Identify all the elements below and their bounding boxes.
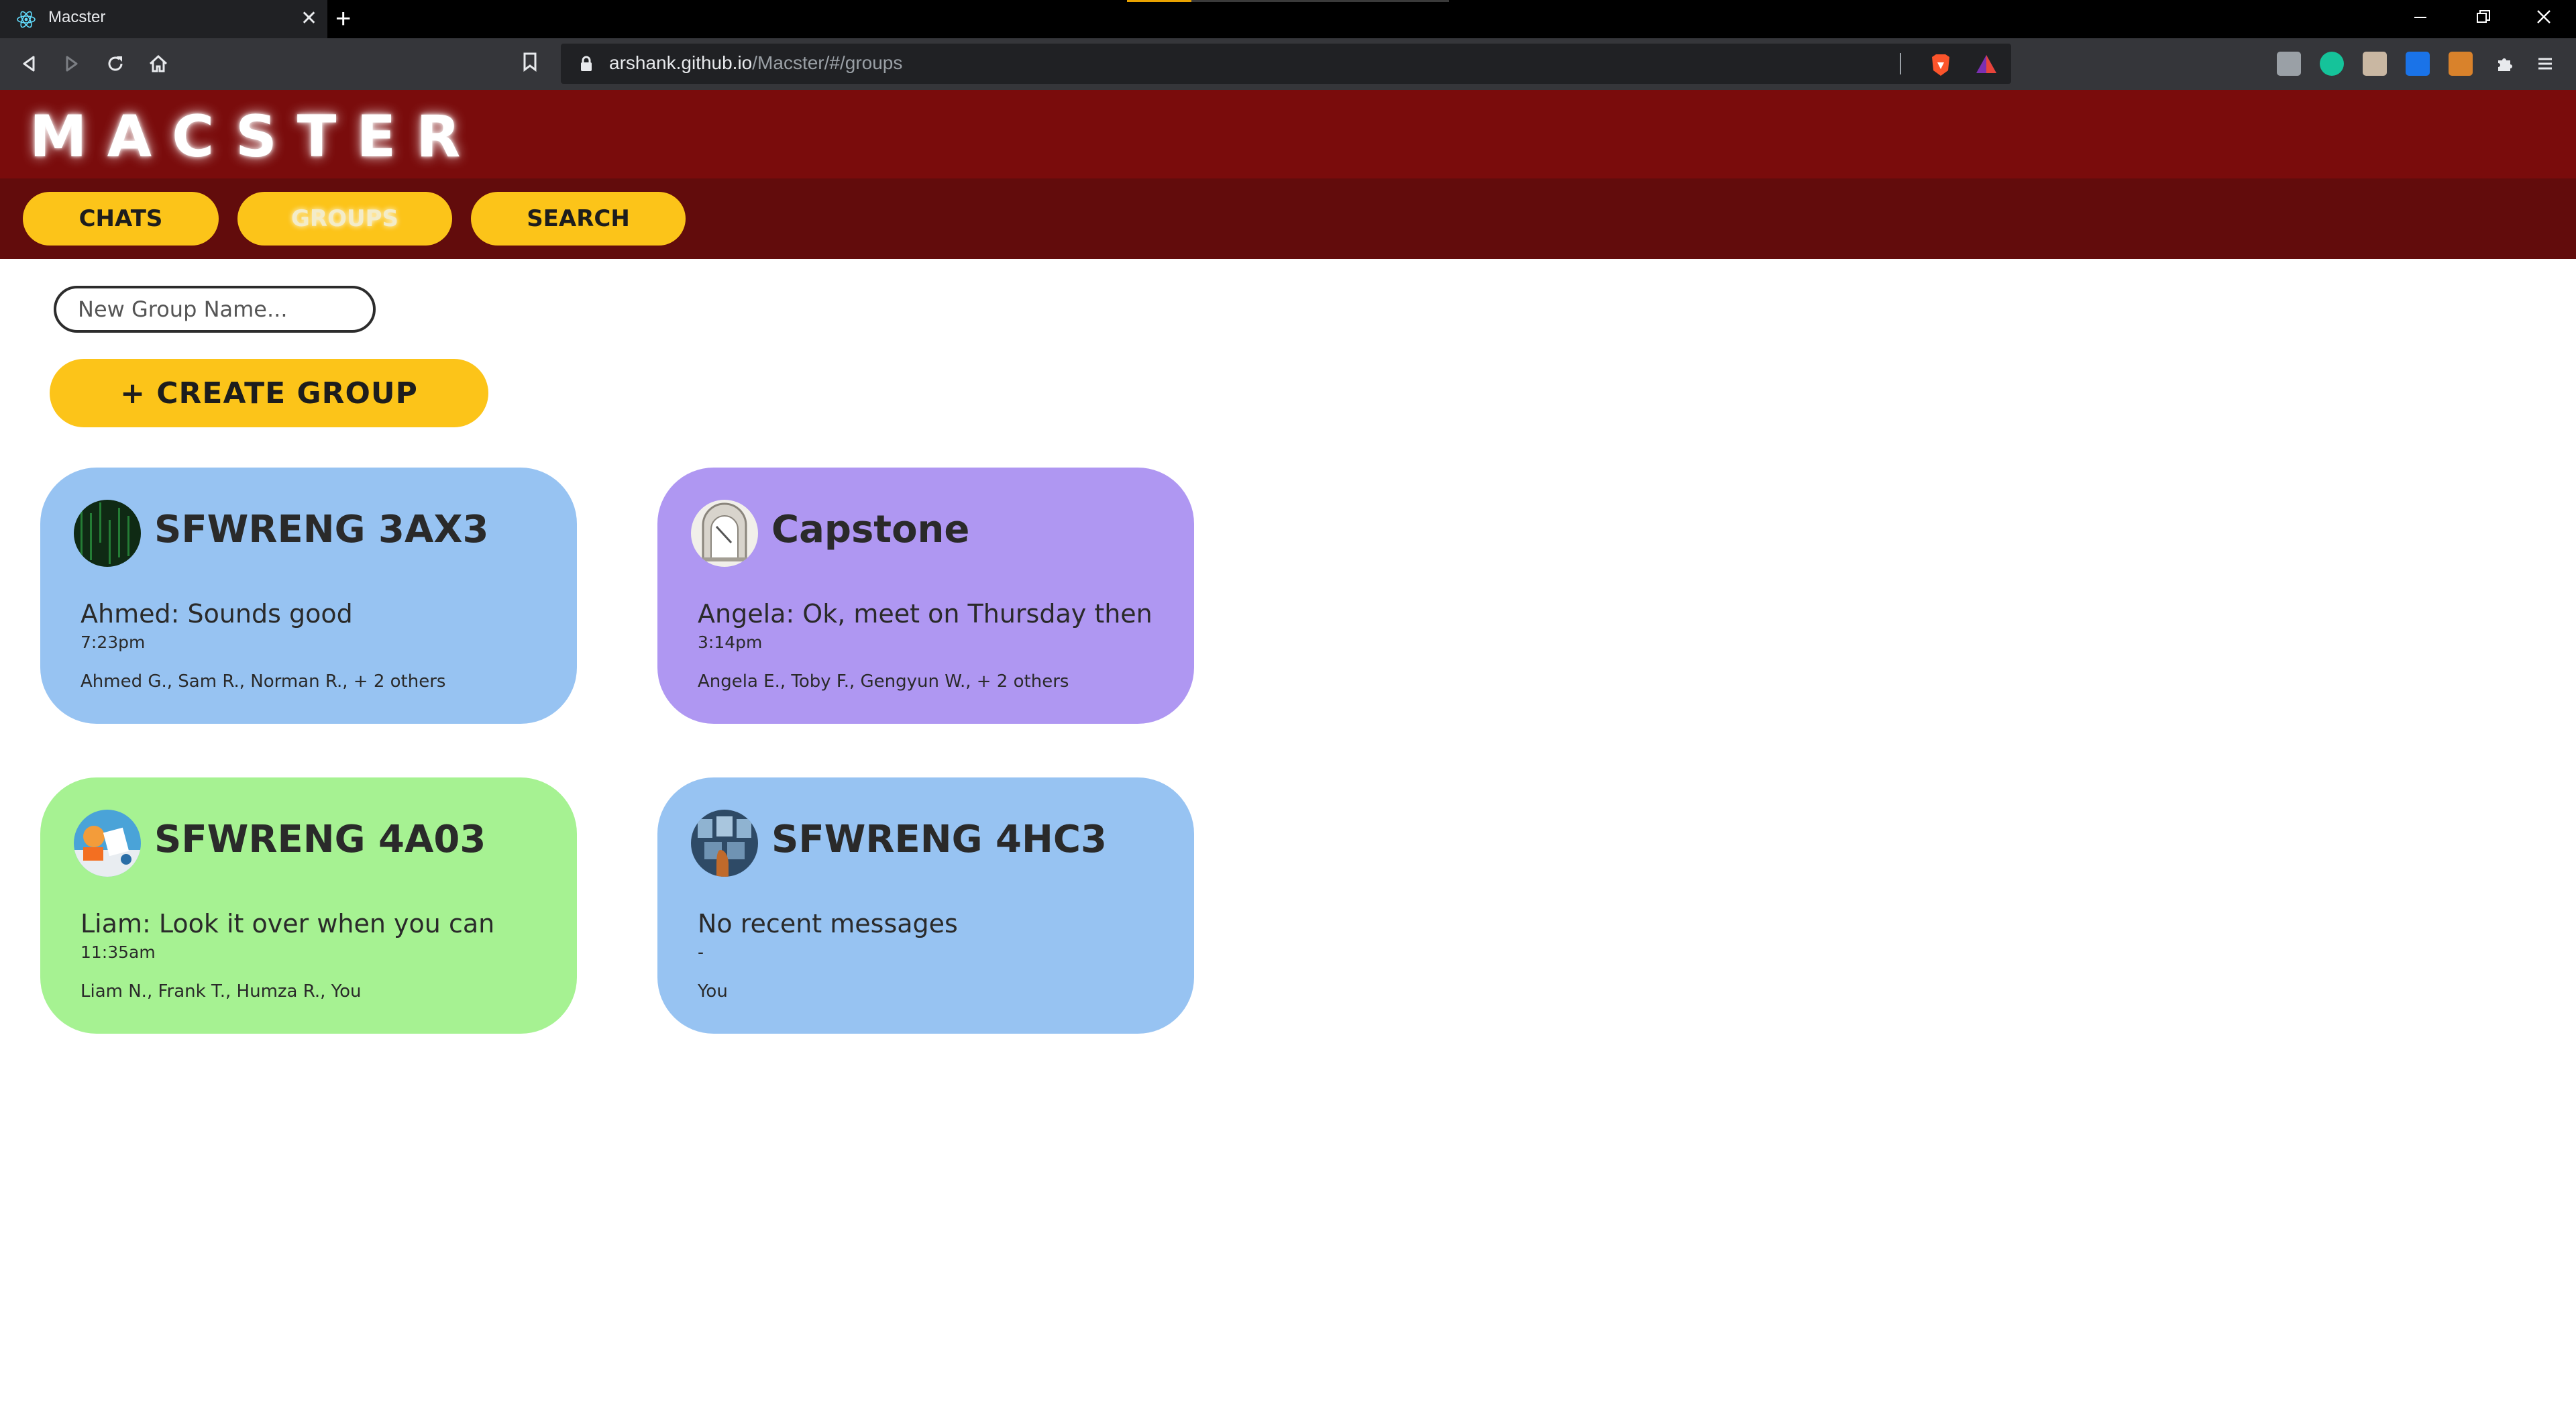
group-members: Liam N., Frank T., Humza R., You bbox=[80, 981, 362, 1002]
new-tab-icon[interactable]: + bbox=[335, 4, 351, 34]
grammarly-icon[interactable] bbox=[2320, 52, 2344, 76]
tab-title: Macster bbox=[48, 8, 106, 26]
extensions-puzzle-icon[interactable] bbox=[2489, 48, 2521, 80]
group-members: Ahmed G., Sam R., Norman R., + 2 others bbox=[80, 671, 446, 692]
loading-track bbox=[1191, 0, 1449, 2]
extension-translate-icon[interactable] bbox=[2277, 52, 2301, 76]
close-window-icon[interactable] bbox=[2524, 5, 2564, 32]
group-card[interactable]: SFWRENG 4HC3 No recent messages - You bbox=[657, 777, 1194, 1034]
browser-tab[interactable]: Macster ✕ bbox=[0, 0, 327, 38]
group-name: SFWRENG 3AX3 bbox=[154, 508, 489, 551]
url-text: arshank.github.io/Macster/#/groups bbox=[609, 52, 902, 74]
last-message: Liam: Look it over when you can bbox=[80, 909, 495, 938]
url-divider bbox=[1900, 53, 1901, 74]
last-message: No recent messages bbox=[698, 909, 958, 938]
message-time: 11:35am bbox=[80, 942, 156, 962]
forward-icon[interactable] bbox=[55, 48, 87, 80]
react-icon bbox=[17, 11, 36, 28]
create-group-button[interactable]: + CREATE GROUP bbox=[50, 359, 488, 427]
group-name: SFWRENG 4A03 bbox=[154, 818, 486, 861]
lock-icon bbox=[580, 56, 593, 74]
browser-titlebar: Macster ✕ + bbox=[0, 0, 2576, 38]
app-logo: MACSTER bbox=[30, 103, 481, 170]
group-members: You bbox=[698, 981, 728, 1002]
group-card[interactable]: Capstone Angela: Ok, meet on Thursday th… bbox=[657, 468, 1194, 724]
extension-orange-icon[interactable] bbox=[2449, 52, 2473, 76]
brave-shield-icon[interactable] bbox=[1929, 53, 1952, 80]
message-time: 7:23pm bbox=[80, 633, 146, 652]
app-header: MACSTER bbox=[0, 90, 2576, 178]
extension-avatar-icon[interactable] bbox=[2363, 52, 2387, 76]
extension-blue-icon[interactable] bbox=[2406, 52, 2430, 76]
last-message: Angela: Ok, meet on Thursday then bbox=[698, 599, 1152, 629]
bookmark-icon[interactable] bbox=[522, 52, 538, 74]
group-members: Angela E., Toby F., Gengyun W., + 2 othe… bbox=[698, 671, 1069, 692]
url-host: arshank.github.io bbox=[609, 52, 753, 73]
group-avatar bbox=[691, 810, 758, 877]
loading-indicator bbox=[1127, 0, 1191, 2]
restore-icon[interactable] bbox=[2463, 5, 2504, 32]
address-bar[interactable]: arshank.github.io/Macster/#/groups bbox=[561, 44, 2011, 84]
brave-rewards-icon[interactable] bbox=[1975, 53, 1998, 78]
nav-groups-button[interactable]: GROUPS bbox=[237, 192, 452, 246]
reload-icon[interactable] bbox=[99, 48, 131, 80]
message-time: - bbox=[698, 942, 704, 962]
last-message: Ahmed: Sounds good bbox=[80, 599, 353, 629]
browser-toolbar: arshank.github.io/Macster/#/groups bbox=[0, 38, 2576, 90]
app-nav: CHATS GROUPS SEARCH bbox=[0, 178, 2576, 259]
new-group-name-input[interactable] bbox=[54, 286, 376, 333]
group-card[interactable]: SFWRENG 4A03 Liam: Look it over when you… bbox=[40, 777, 577, 1034]
minimize-icon[interactable] bbox=[2400, 5, 2440, 32]
menu-icon[interactable] bbox=[2529, 48, 2561, 80]
tab-close-icon[interactable]: ✕ bbox=[301, 7, 317, 31]
group-avatar bbox=[691, 500, 758, 567]
group-name: Capstone bbox=[771, 508, 970, 551]
group-avatar bbox=[74, 500, 141, 567]
message-time: 3:14pm bbox=[698, 633, 763, 652]
nav-chats-button[interactable]: CHATS bbox=[23, 192, 219, 246]
group-avatar bbox=[74, 810, 141, 877]
group-name: SFWRENG 4HC3 bbox=[771, 818, 1107, 861]
home-icon[interactable] bbox=[142, 48, 174, 80]
nav-search-button[interactable]: SEARCH bbox=[471, 192, 686, 246]
url-path: /Macster/#/groups bbox=[752, 52, 903, 73]
back-icon[interactable] bbox=[13, 48, 46, 80]
group-card[interactable]: SFWRENG 3AX3 Ahmed: Sounds good 7:23pm A… bbox=[40, 468, 577, 724]
